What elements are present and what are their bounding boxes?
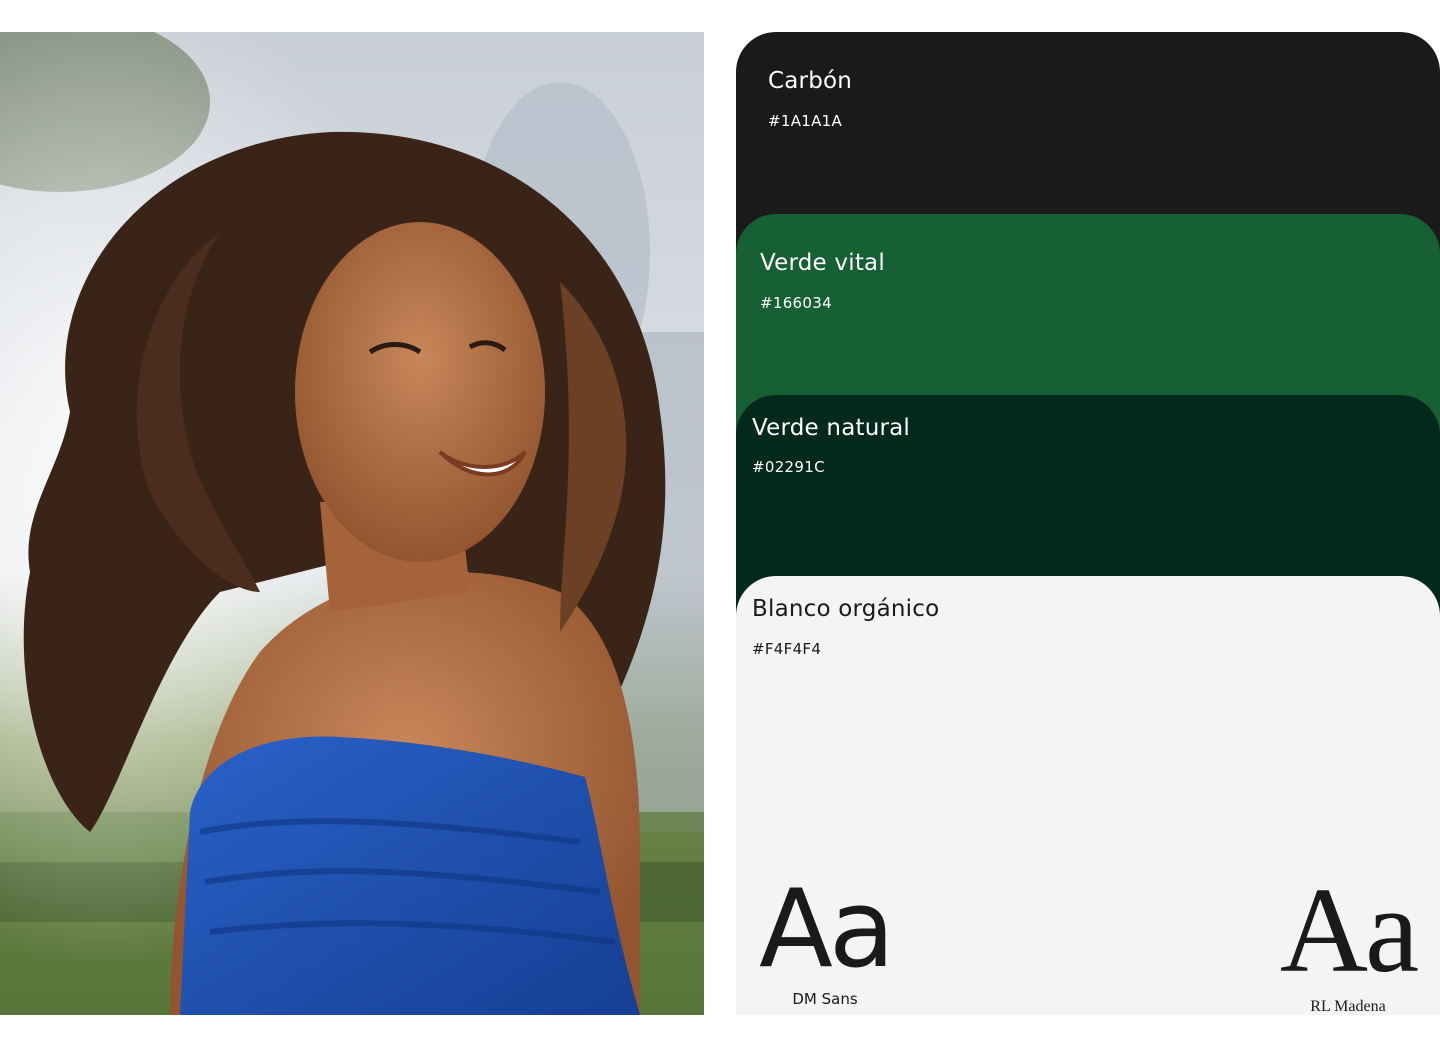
typeface-name: RL Madena: [1310, 998, 1386, 1015]
portrait-photo: [0, 32, 704, 1015]
swatch-hex-code: #1A1A1A: [768, 112, 843, 130]
typeface-sample-secondary: Aa RL Madena: [1268, 870, 1428, 1016]
typeface-sample-primary: Aa DM Sans: [752, 867, 898, 1009]
portrait-photo-image: [0, 32, 704, 1015]
swatch-name: Carbón: [768, 68, 853, 94]
brand-palette-page: Carbón #1A1A1A Verde vital #166034 Verde…: [0, 0, 1440, 1047]
typeface-name: DM Sans: [792, 990, 858, 1008]
swatch-blanco-organico: Blanco orgánico #F4F4F4 Aa DM Sans Aa RL…: [736, 576, 1440, 1015]
swatch-name: Blanco orgánico: [752, 596, 940, 622]
typeface-glyphs: Aa: [1279, 863, 1419, 998]
typeface-glyphs: Aa: [758, 867, 895, 992]
swatch-hex-code: #166034: [760, 294, 832, 312]
swatch-hex-code: #F4F4F4: [752, 640, 822, 658]
color-palette: Carbón #1A1A1A Verde vital #166034 Verde…: [736, 32, 1440, 1015]
swatch-name: Verde natural: [752, 415, 911, 441]
swatch-hex-code: #02291C: [752, 458, 825, 476]
swatch-name: Verde vital: [760, 250, 885, 276]
